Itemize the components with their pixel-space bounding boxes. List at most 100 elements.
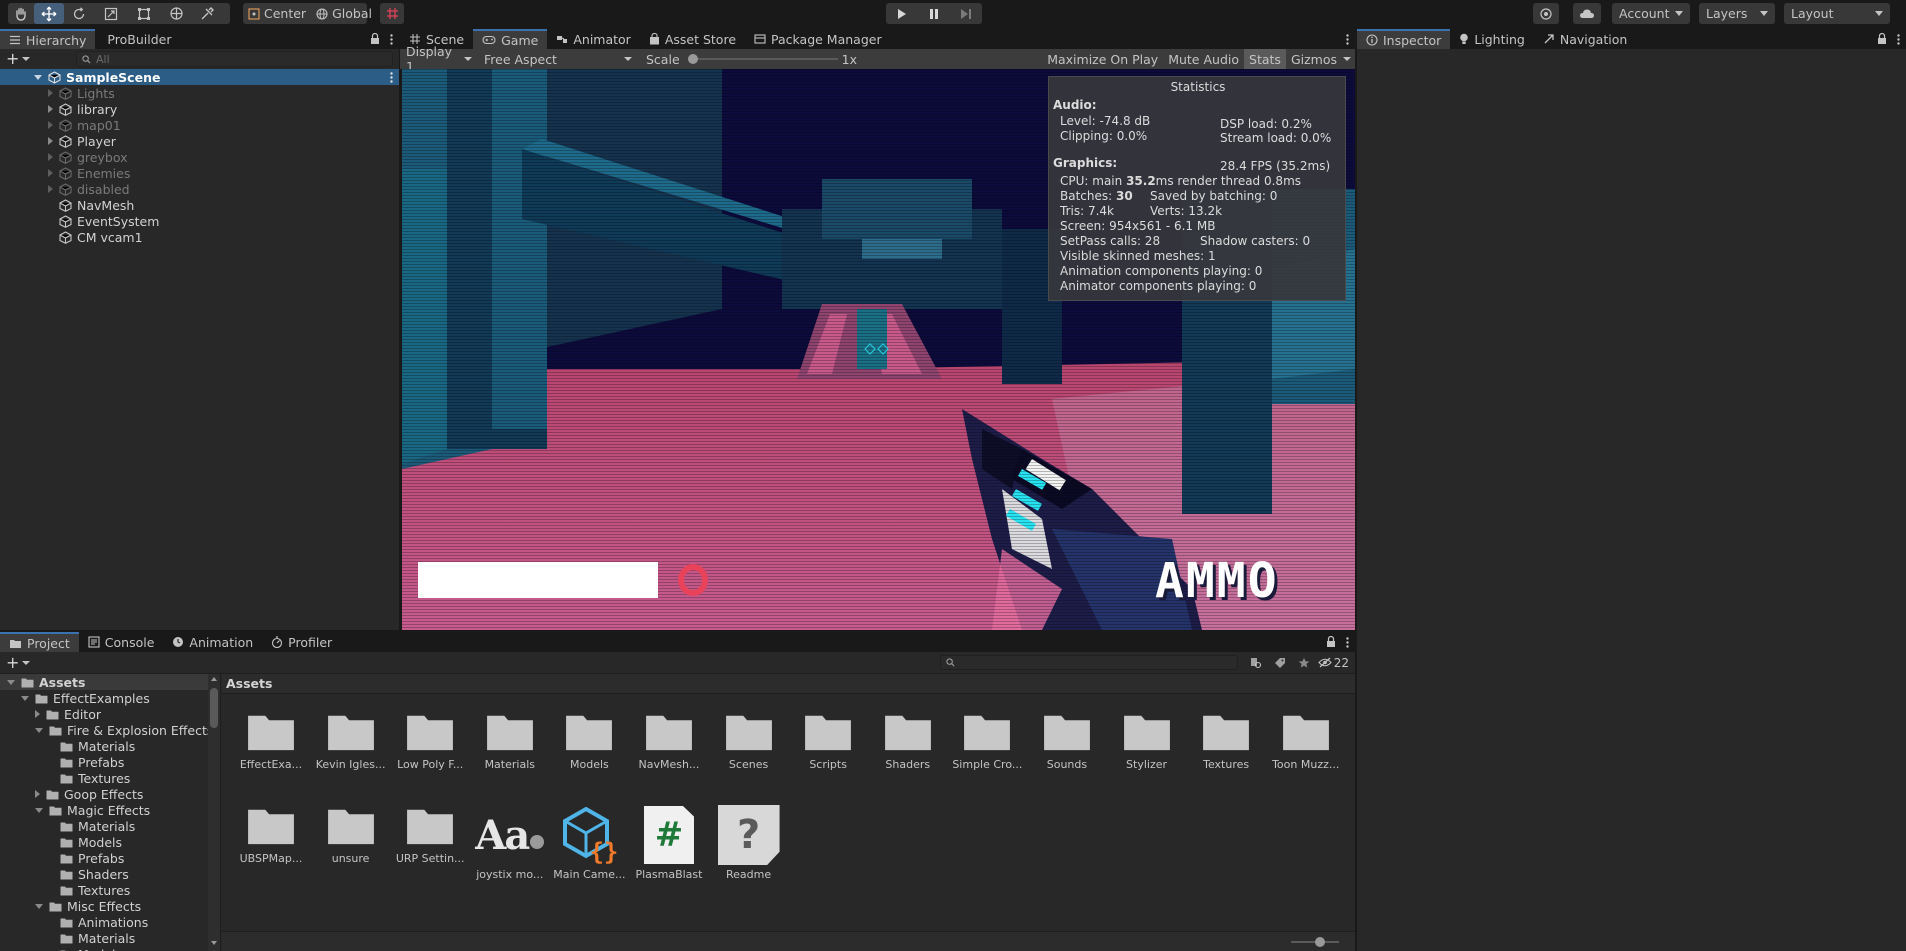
move-tool-icon[interactable]	[34, 3, 64, 24]
project-tree-item[interactable]: Materials	[0, 818, 220, 834]
hidden-packages-toggle[interactable]: 22	[1317, 656, 1349, 670]
lock-icon[interactable]	[366, 29, 384, 49]
asset-folder[interactable]: Scripts	[793, 710, 863, 771]
asset-folder[interactable]: URP Settin...	[395, 804, 465, 881]
asset-folder[interactable]: Low Poly F...	[395, 710, 465, 771]
expand-arrow-icon[interactable]	[34, 74, 42, 80]
asset-folder[interactable]: Toon Muzz...	[1271, 710, 1341, 771]
expand-arrow-icon[interactable]	[48, 153, 53, 161]
tab-animation[interactable]: Animation	[163, 632, 262, 652]
project-search-input[interactable]	[939, 655, 1238, 670]
project-tree-item[interactable]: Goop Effects	[0, 786, 220, 802]
play-button[interactable]	[886, 3, 918, 24]
game-view[interactable]: AMMO Statistics Audio: Level: -74.8 dB C…	[402, 69, 1355, 630]
tree-scrollbar-up-icon[interactable]	[208, 674, 220, 684]
hierarchy-search-input[interactable]: All	[76, 51, 393, 67]
gizmos-button[interactable]: Gizmos	[1286, 49, 1355, 69]
hierarchy-item[interactable]: Lights	[48, 85, 399, 101]
mute-audio-button[interactable]: Mute Audio	[1163, 49, 1244, 69]
asset-folder[interactable]: Textures	[1191, 710, 1261, 771]
cloud-button[interactable]	[1573, 3, 1601, 24]
project-tree-item[interactable]: Textures	[0, 882, 220, 898]
stats-button[interactable]: Stats	[1244, 49, 1286, 69]
tab-navigation[interactable]: Navigation	[1534, 29, 1636, 49]
search-by-label-icon[interactable]	[1272, 657, 1288, 669]
icon-size-slider[interactable]	[1291, 936, 1339, 948]
tab-hierarchy[interactable]: Hierarchy	[0, 29, 96, 49]
expand-arrow-icon[interactable]	[48, 137, 53, 145]
account-dropdown[interactable]: Account	[1612, 3, 1690, 24]
expand-arrow-icon[interactable]	[21, 695, 29, 701]
project-tree-item[interactable]: EffectExamples	[0, 690, 220, 706]
asset-folder[interactable]: Materials	[475, 710, 545, 771]
aspect-dropdown[interactable]: Free Aspect	[478, 52, 638, 67]
project-tree-item[interactable]: Shaders	[0, 866, 220, 882]
asset-folder[interactable]: Simple Cro...	[952, 710, 1022, 771]
expand-arrow-icon[interactable]	[48, 89, 53, 97]
asset-folder[interactable]: NavMesh...	[634, 710, 704, 771]
expand-arrow-icon[interactable]	[48, 185, 53, 193]
project-tree-item[interactable]: Magic Effects	[0, 802, 220, 818]
project-tree-item[interactable]: Editor	[0, 706, 220, 722]
asset-folder[interactable]: Sounds	[1032, 710, 1102, 771]
project-tree-item[interactable]: Materials	[0, 738, 220, 754]
project-tree-item[interactable]: Textures	[0, 770, 220, 786]
expand-arrow-icon[interactable]	[7, 679, 15, 685]
project-tree-item[interactable]: Fire & Explosion Effects	[0, 722, 220, 738]
scale-slider[interactable]	[687, 52, 838, 66]
project-create-button[interactable]: +	[6, 654, 31, 671]
expand-arrow-icon[interactable]	[35, 790, 40, 798]
project-tree-item[interactable]: Prefabs	[0, 850, 220, 866]
scale-tool-icon[interactable]	[94, 3, 128, 24]
tab-lighting[interactable]: Lighting	[1450, 29, 1534, 49]
favorite-star-icon[interactable]	[1296, 657, 1312, 669]
create-button[interactable]: +	[6, 51, 68, 67]
tree-scrollbar-down-icon[interactable]	[208, 941, 220, 949]
project-tree-item[interactable]: Models	[0, 946, 220, 951]
asset-folder[interactable]: Models	[554, 710, 624, 771]
hierarchy-item[interactable]: NavMesh	[48, 197, 399, 213]
project-tree-item[interactable]: Assets	[0, 674, 220, 690]
hierarchy-item[interactable]: EventSystem	[48, 213, 399, 229]
expand-arrow-icon[interactable]	[35, 727, 43, 733]
project-tree-item[interactable]: Models	[0, 834, 220, 850]
asset-folder[interactable]: UBSPMap...	[236, 804, 306, 881]
pause-button[interactable]	[918, 3, 950, 24]
breadcrumb-assets[interactable]: Assets	[226, 676, 272, 691]
expand-arrow-icon[interactable]	[48, 121, 53, 129]
hierarchy-item[interactable]: disabled	[48, 181, 399, 197]
asset-font[interactable]: Aa joystix mo...	[475, 804, 545, 881]
pivot-global-button[interactable]: Global	[311, 3, 377, 24]
grid-snap-button[interactable]	[380, 3, 404, 24]
expand-arrow-icon[interactable]	[48, 105, 53, 113]
expand-arrow-icon[interactable]	[35, 710, 40, 718]
transform-tool-icon[interactable]	[160, 3, 192, 24]
tab-animator[interactable]: Animator	[547, 29, 639, 49]
asset-folder[interactable]: Scenes	[714, 710, 784, 771]
panel-menu-icon[interactable]	[1891, 29, 1906, 49]
hand-tool-icon[interactable]	[8, 3, 34, 24]
tree-scrollbar[interactable]	[208, 674, 220, 951]
panel-menu-icon[interactable]	[1340, 29, 1355, 49]
panel-menu-icon[interactable]	[1340, 632, 1355, 652]
tab-console[interactable]: Console	[79, 632, 164, 652]
lock-icon[interactable]	[1873, 29, 1891, 49]
hierarchy-item[interactable]: CM vcam1	[48, 229, 399, 245]
tab-package-manager[interactable]: Package Manager	[745, 29, 891, 49]
layers-dropdown[interactable]: Layers	[1699, 3, 1775, 24]
pivot-center-button[interactable]: Center	[243, 3, 311, 24]
icon-size-thumb[interactable]	[1315, 937, 1325, 947]
tab-profiler[interactable]: Profiler	[262, 632, 341, 652]
expand-arrow-icon[interactable]	[48, 169, 53, 177]
tree-scrollbar-thumb[interactable]	[210, 688, 218, 728]
asset-folder[interactable]: Stylizer	[1112, 710, 1182, 771]
lock-icon[interactable]	[1322, 632, 1340, 652]
step-button[interactable]	[950, 3, 982, 24]
tab-game[interactable]: Game	[473, 29, 548, 49]
asset-folder[interactable]: unsure	[316, 804, 386, 881]
panel-menu-icon[interactable]	[384, 29, 399, 49]
hierarchy-item[interactable]: Player	[48, 133, 399, 149]
scene-menu-icon[interactable]	[390, 72, 393, 83]
layout-dropdown[interactable]: Layout	[1784, 3, 1890, 24]
expand-arrow-icon[interactable]	[35, 807, 43, 813]
